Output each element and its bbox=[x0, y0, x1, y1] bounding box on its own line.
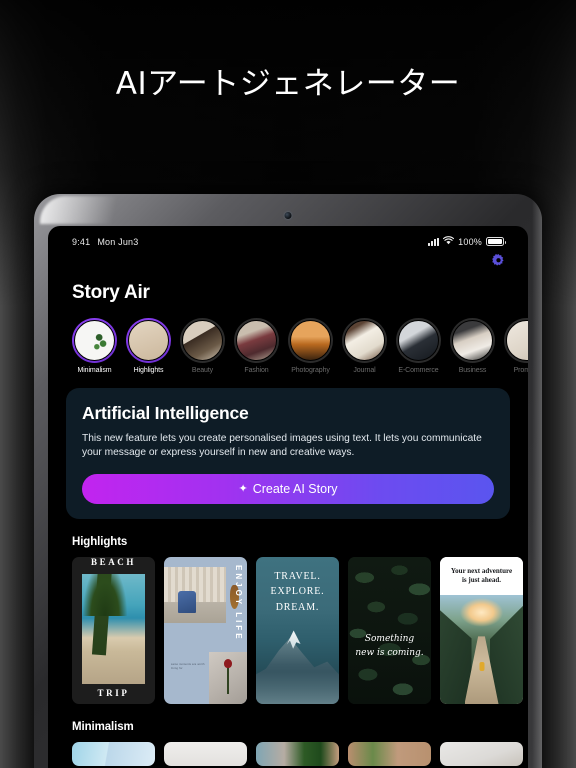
status-date: Mon Jun3 bbox=[97, 236, 139, 247]
something-new-line1: Something bbox=[364, 634, 415, 645]
beach-card-line1: BEACH bbox=[90, 556, 136, 567]
adventure-header-text: Your next adventure is just ahead. bbox=[451, 567, 512, 586]
create-ai-story-label: Create AI Story bbox=[252, 481, 338, 496]
minimalism-card-soft-white[interactable] bbox=[440, 741, 523, 766]
gear-icon[interactable] bbox=[491, 253, 506, 268]
ai-card-description: This new feature lets you create persona… bbox=[82, 433, 482, 459]
story-item-beauty[interactable]: Beauty bbox=[180, 318, 225, 374]
tablet-screen: 9:41 Mon Jun3 100% Story Air Minimalism … bbox=[48, 226, 528, 768]
create-ai-story-button[interactable]: ✦ Create AI Story bbox=[82, 473, 494, 504]
enjoy-card-caption: same moments are worth living for bbox=[171, 663, 205, 671]
story-thumbnail bbox=[506, 320, 528, 361]
minimalism-card-white-texture[interactable] bbox=[164, 741, 247, 766]
story-ring bbox=[72, 318, 117, 363]
story-thumbnail bbox=[344, 320, 385, 361]
story-item-highlights[interactable]: Highlights bbox=[126, 318, 171, 374]
settings-row bbox=[48, 247, 528, 268]
highlight-card-something-new[interactable]: Something new is coming. bbox=[348, 556, 431, 704]
minimalism-card-monstera-leaf[interactable] bbox=[256, 741, 339, 766]
travel-line1: TRAVEL. bbox=[274, 570, 321, 582]
something-new-text: Something new is coming. bbox=[348, 633, 431, 660]
story-ring bbox=[234, 318, 279, 363]
fog-overlay bbox=[256, 671, 339, 704]
story-label: Minimalism bbox=[77, 367, 112, 374]
story-label: E-Commerce bbox=[398, 367, 439, 374]
front-camera-icon bbox=[284, 212, 292, 219]
story-thumbnail bbox=[398, 320, 439, 361]
status-bar-right: 100% bbox=[428, 236, 506, 247]
story-thumbnail bbox=[236, 320, 277, 361]
story-item-journal[interactable]: Journal bbox=[342, 318, 387, 374]
ai-card-title: Artificial Intelligence bbox=[82, 403, 249, 423]
story-ring bbox=[126, 318, 171, 363]
page-headline: AIアートジェネレーター bbox=[115, 66, 461, 102]
travel-card-text: TRAVEL. EXPLORE. DREAM. bbox=[256, 569, 339, 616]
story-ring bbox=[396, 318, 441, 363]
section-title-minimalism: Minimalism bbox=[72, 720, 134, 733]
enjoy-card-photo-rose bbox=[209, 651, 247, 704]
battery-icon bbox=[486, 237, 506, 246]
story-item-minimalism[interactable]: Minimalism bbox=[72, 318, 117, 374]
story-label: Journal bbox=[353, 367, 376, 374]
page-title: Story Air bbox=[72, 282, 150, 303]
travel-line3: DREAM. bbox=[275, 601, 320, 613]
story-label: Photography bbox=[291, 367, 330, 374]
leaf-pattern-background bbox=[348, 556, 431, 704]
story-thumbnail bbox=[182, 320, 223, 361]
story-item-photography[interactable]: Photography bbox=[288, 318, 333, 374]
story-label: Promote bbox=[513, 367, 528, 374]
beach-card-photo bbox=[82, 573, 145, 684]
story-label: Beauty bbox=[191, 367, 214, 374]
story-ring bbox=[504, 318, 528, 363]
highlight-card-travel[interactable]: TRAVEL. EXPLORE. DREAM. bbox=[256, 556, 339, 704]
status-bar: 9:41 Mon Jun3 100% bbox=[48, 226, 528, 247]
status-time: 9:41 bbox=[72, 236, 91, 247]
minimalism-card-terracotta-plants[interactable] bbox=[348, 741, 431, 766]
story-label: Business bbox=[458, 367, 487, 374]
beach-card-line2: TRIP bbox=[97, 687, 130, 698]
battery-percent-label: 100% bbox=[458, 236, 482, 247]
something-new-line2: new is coming. bbox=[355, 647, 424, 658]
section-title-highlights: Highlights bbox=[72, 535, 128, 548]
story-item-ecommerce[interactable]: E-Commerce bbox=[396, 318, 441, 374]
tablet-device-frame: 9:41 Mon Jun3 100% Story Air Minimalism … bbox=[34, 194, 542, 768]
sparkle-icon: ✦ bbox=[238, 483, 248, 496]
adventure-line1: Your next adventure bbox=[450, 566, 513, 575]
story-item-promote[interactable]: Promote bbox=[504, 318, 528, 374]
adventure-card-header: Your next adventure is just ahead. bbox=[440, 556, 523, 595]
story-thumbnail bbox=[290, 320, 331, 361]
wifi-icon bbox=[443, 236, 455, 247]
hiker-shape bbox=[479, 662, 484, 672]
highlight-card-next-adventure[interactable]: Your next adventure is just ahead. bbox=[440, 556, 523, 704]
enjoy-card-photo-top bbox=[164, 566, 226, 623]
ai-feature-card: Artificial Intelligence This new feature… bbox=[66, 388, 510, 519]
story-categories-row[interactable]: Minimalism Highlights Beauty Fashion Pho… bbox=[48, 304, 528, 374]
adventure-line2: is just ahead. bbox=[461, 575, 502, 584]
cellular-bars-icon bbox=[428, 237, 440, 246]
story-item-business[interactable]: Business bbox=[450, 318, 495, 374]
highlights-cards-row[interactable]: BEACH TRIP ENJOY LIFE same moments are w… bbox=[48, 548, 528, 704]
story-label: Highlights bbox=[133, 367, 164, 374]
minimalism-cards-row[interactable] bbox=[48, 733, 528, 766]
story-item-fashion[interactable]: Fashion bbox=[234, 318, 279, 374]
travel-line2: EXPLORE. bbox=[270, 586, 325, 598]
story-ring bbox=[288, 318, 333, 363]
minimalism-card-ice-blue[interactable] bbox=[72, 741, 155, 766]
adventure-card-photo bbox=[440, 594, 523, 704]
story-label: Fashion bbox=[244, 367, 269, 374]
story-ring bbox=[342, 318, 387, 363]
story-thumbnail bbox=[74, 320, 115, 361]
highlight-card-enjoy-life[interactable]: ENJOY LIFE same moments are worth living… bbox=[164, 556, 247, 704]
status-bar-left: 9:41 Mon Jun3 bbox=[72, 237, 138, 247]
story-ring bbox=[450, 318, 495, 363]
story-ring bbox=[180, 318, 225, 363]
story-thumbnail bbox=[452, 320, 493, 361]
enjoy-card-vertical-text: ENJOY LIFE bbox=[234, 564, 243, 642]
story-thumbnail bbox=[128, 320, 169, 361]
highlight-card-beach-trip[interactable]: BEACH TRIP bbox=[72, 556, 155, 704]
